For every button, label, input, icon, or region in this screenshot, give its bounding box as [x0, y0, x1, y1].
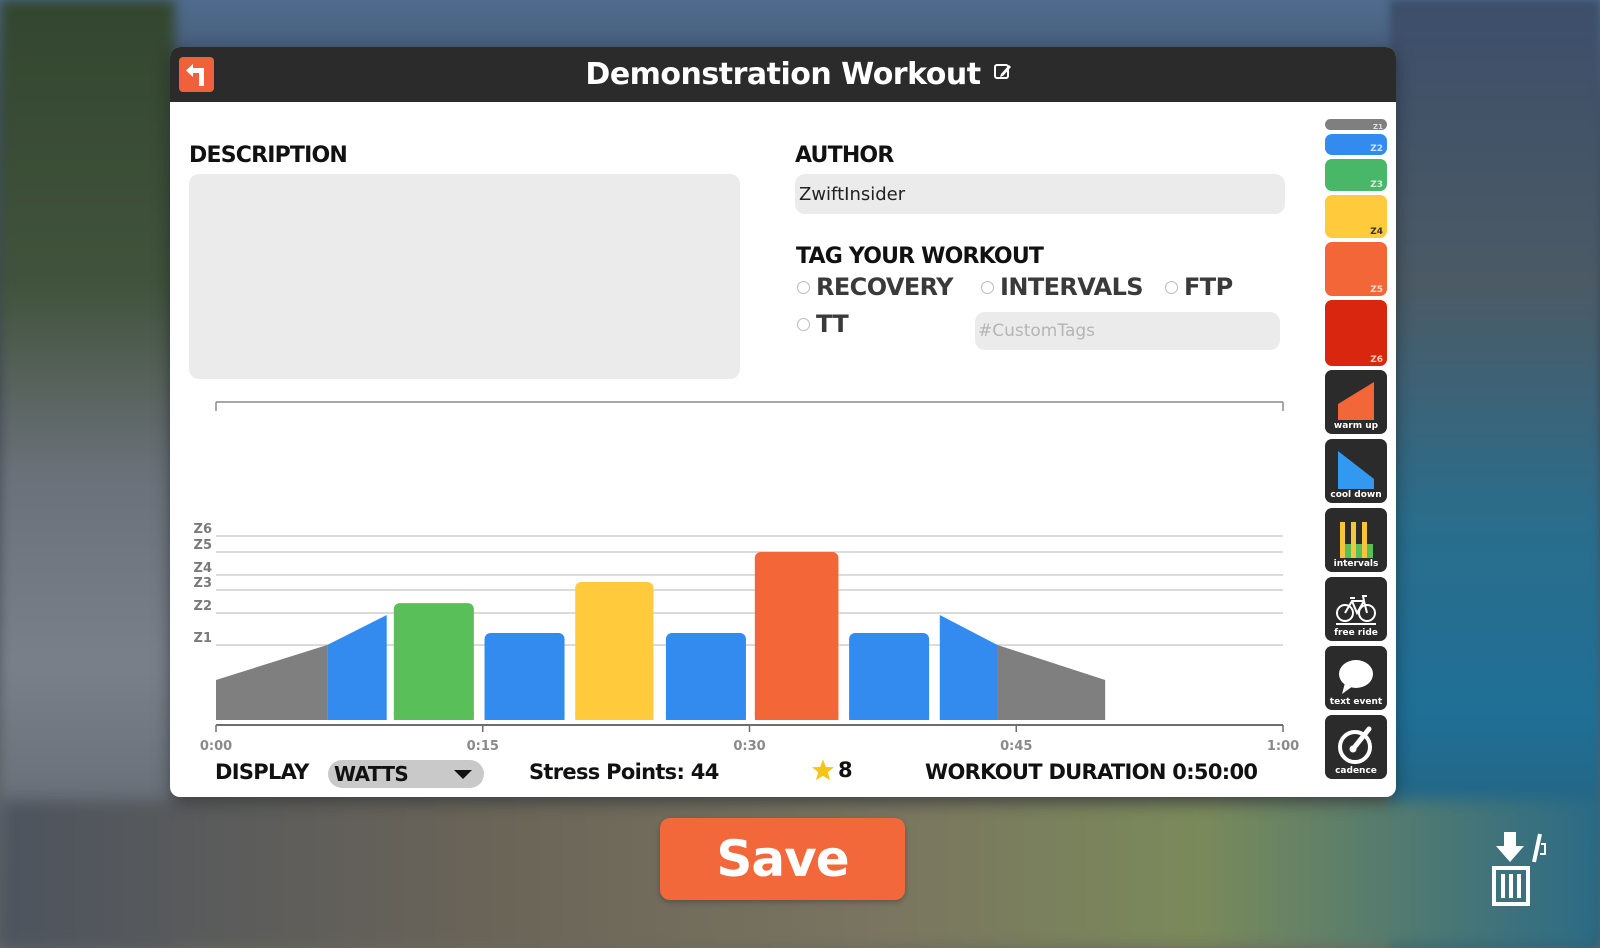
- cooldown-label: cool down: [1330, 490, 1382, 500]
- tag-intervals[interactable]: INTERVALS: [981, 273, 1144, 301]
- save-button[interactable]: Save: [660, 818, 905, 900]
- x-tick-label: 0:00: [200, 739, 232, 754]
- speech-bubble-icon: [1339, 660, 1373, 694]
- stress-points: Stress Points: 44: [529, 760, 719, 784]
- tag-recovery[interactable]: RECOVERY: [797, 273, 954, 301]
- workout-block-base: [849, 712, 930, 720]
- zone-button-z3[interactable]: Z3: [1325, 159, 1387, 191]
- workout-block-z2: [484, 633, 565, 720]
- intervals-label: intervals: [1333, 559, 1379, 569]
- display-unit-value: WATTS: [334, 762, 409, 786]
- intervals-icon: [1340, 522, 1373, 558]
- workout-block-z2: [849, 633, 930, 720]
- zone-button-z5[interactable]: Z5: [1325, 242, 1387, 296]
- warmup-icon: [1338, 382, 1374, 420]
- description-field[interactable]: [189, 174, 740, 379]
- star-icon: [812, 759, 834, 781]
- zone-button-z4[interactable]: Z4: [1325, 195, 1387, 238]
- workout-block-z3: [393, 603, 474, 720]
- text-event-label: text event: [1329, 697, 1383, 707]
- star-rating: 8: [811, 758, 853, 782]
- workout-editor-panel: Demonstration Workout DESCRIPTION AUTHOR…: [170, 47, 1396, 797]
- star-count: 8: [838, 758, 853, 782]
- workout-block-z4: [575, 582, 654, 720]
- workout-title: Demonstration Workout: [585, 57, 981, 92]
- workout-duration: WORKOUT DURATION 0:50:00: [925, 760, 1258, 784]
- description-label: DESCRIPTION: [189, 143, 348, 168]
- tag-tt[interactable]: TT: [797, 310, 849, 338]
- title-bar: Demonstration Workout: [170, 47, 1396, 102]
- text-event-button[interactable]: text event: [1325, 646, 1387, 710]
- tag-intervals-label: INTERVALS: [1000, 273, 1144, 301]
- cooldown-button[interactable]: cool down: [1325, 439, 1387, 503]
- cooldown-ramp-z2: [939, 615, 998, 720]
- workout-block-base: [754, 712, 839, 720]
- display-label: DISPLAY: [215, 760, 309, 784]
- back-button[interactable]: [179, 57, 214, 92]
- warmup-ramp-z2: [327, 615, 387, 720]
- bicycle-icon: [1336, 595, 1376, 625]
- zone-label: Z1: [1373, 123, 1383, 131]
- zone-tick-label: Z3: [194, 576, 212, 591]
- zone-label: Z6: [1370, 355, 1383, 365]
- zone-button-z2[interactable]: Z2: [1325, 134, 1387, 155]
- edit-icon[interactable]: [993, 62, 1013, 82]
- zone-label: Z3: [1370, 180, 1383, 190]
- warmup-ramp-z1: [216, 645, 328, 720]
- cadence-icon: [1338, 726, 1372, 764]
- workout-block-z2: [665, 633, 746, 720]
- x-tick-label: 0:30: [733, 739, 765, 754]
- zone-label: Z2: [1370, 144, 1383, 154]
- tag-ftp[interactable]: FTP: [1165, 273, 1233, 301]
- back-arrow-icon: [185, 63, 204, 86]
- workout-block-z5: [754, 552, 839, 720]
- cadence-label: cadence: [1335, 766, 1377, 776]
- workout-block-base: [665, 712, 746, 720]
- tag-ftp-label: FTP: [1184, 273, 1233, 301]
- zone-tick-label: Z6: [194, 522, 212, 537]
- workout-block-base: [575, 712, 654, 720]
- free-ride-label: free ride: [1334, 628, 1378, 638]
- workout-block-base: [484, 712, 565, 720]
- author-label: AUTHOR: [795, 143, 894, 168]
- zone-button-z6[interactable]: Z6: [1325, 300, 1387, 366]
- tag-recovery-label: RECOVERY: [816, 273, 954, 301]
- x-tick-label: 0:15: [467, 739, 499, 754]
- radio-ftp[interactable]: [1165, 280, 1178, 294]
- zone-label: Z4: [1370, 227, 1383, 237]
- cadence-button[interactable]: cadence: [1325, 715, 1387, 779]
- custom-tags-input[interactable]: [975, 312, 1280, 350]
- x-tick-label: 0:45: [1000, 739, 1032, 754]
- radio-recovery[interactable]: [797, 280, 810, 294]
- zone-label: Z5: [1370, 285, 1383, 295]
- radio-intervals[interactable]: [981, 280, 994, 294]
- zone-tick-label: Z2: [194, 599, 212, 614]
- workout-block-base: [393, 712, 474, 720]
- intervals-button[interactable]: intervals: [1325, 508, 1387, 572]
- cooldown-ramp-z1: [997, 645, 1106, 720]
- workout-profile-chart: Z1 Z2 Z3Z4 Z5Z6 0:00 0:15 0:30 0:45 1:00: [194, 401, 1299, 754]
- chevron-down-icon: [454, 770, 472, 779]
- zone-tick-label: Z1: [194, 631, 212, 646]
- tag-workout-label: TAG YOUR WORKOUT: [796, 244, 1044, 269]
- display-unit-dropdown[interactable]: WATTS: [328, 760, 484, 788]
- cooldown-icon: [1338, 451, 1374, 489]
- free-ride-button[interactable]: free ride: [1325, 577, 1387, 641]
- trash-icon[interactable]: [1484, 828, 1548, 908]
- warmup-label: warm up: [1333, 421, 1379, 431]
- zone-button-z1[interactable]: Z1: [1325, 119, 1387, 131]
- warmup-button[interactable]: warm up: [1325, 370, 1387, 434]
- zone-tick-label: Z5: [194, 538, 212, 553]
- radio-tt[interactable]: [797, 317, 810, 331]
- zone-tick-label: Z4: [194, 561, 212, 576]
- x-tick-label: 1:00: [1267, 739, 1299, 754]
- author-field[interactable]: [795, 174, 1285, 214]
- tag-tt-label: TT: [816, 310, 849, 338]
